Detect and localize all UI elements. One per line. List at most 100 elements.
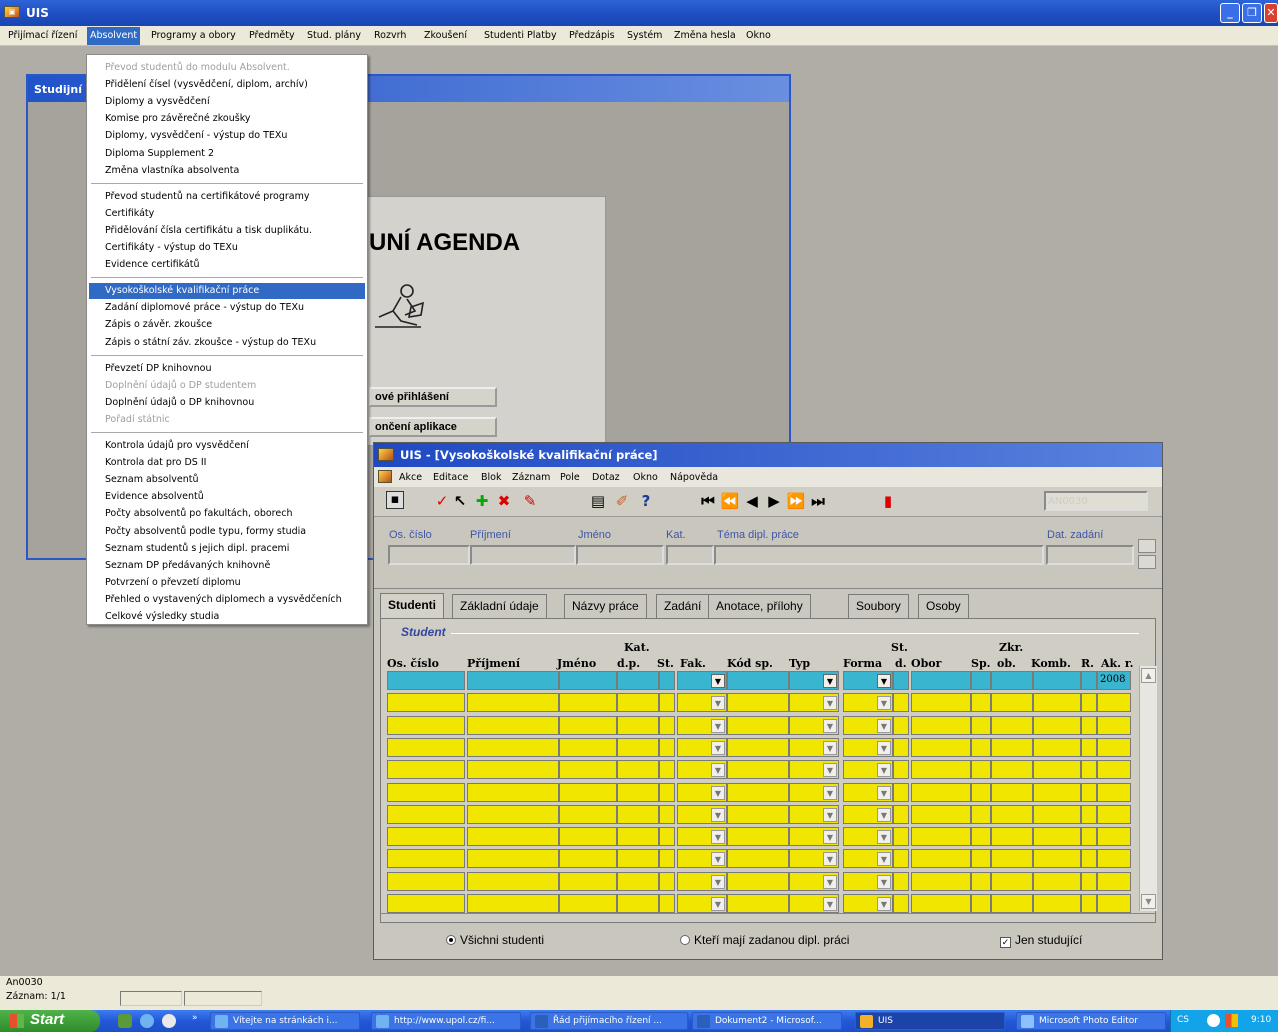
chevron-down-icon[interactable]: ▼ [823,874,837,889]
window-menu-4[interactable]: Pole [560,472,580,483]
taskbar-button-3[interactable]: Dokument2 - Microsof... [692,1012,842,1030]
chevron-down-icon[interactable]: ▼ [823,852,837,867]
table-cell[interactable] [659,782,675,802]
table-cell[interactable] [1081,715,1097,735]
table-cell[interactable] [1097,737,1131,757]
table-cell[interactable]: ▼ [843,894,893,913]
table-cell[interactable] [617,760,659,780]
chevron-down-icon[interactable]: ▼ [711,807,725,822]
table-cell[interactable] [1097,715,1131,735]
chevron-down-icon[interactable]: ▼ [877,718,891,733]
table-cell[interactable] [467,827,559,847]
table-cell[interactable]: ▼ [789,782,839,802]
chevron-down-icon[interactable]: ▼ [711,696,725,711]
tema-field[interactable] [714,545,1044,565]
table-cell[interactable] [1097,849,1131,869]
table-cell[interactable] [467,894,559,913]
menu-9[interactable]: Předzápis [569,30,615,41]
tab-0[interactable]: Studenti [380,593,444,619]
table-cell[interactable] [559,871,617,891]
table-cell[interactable] [659,871,675,891]
absolvent-menu-item[interactable]: Diplomy, vysvědčení - výstup do TEXu [89,128,365,144]
absolvent-menu-item[interactable]: Seznam DP předávaných knihovně [89,558,365,574]
next-block-icon[interactable]: ⏩ [786,491,806,511]
table-cell[interactable] [911,894,971,913]
chevron-down-icon[interactable]: ▼ [823,696,837,711]
clipboard-icon[interactable]: ▤ [588,491,608,511]
table-cell[interactable] [893,782,909,802]
ie-icon[interactable] [140,1014,154,1028]
absolvent-menu-item[interactable]: Změna vlastníka absolventa [89,163,365,179]
table-cell[interactable] [971,827,991,847]
table-cell[interactable]: ▼ [677,693,727,713]
table-cell[interactable] [893,804,909,824]
close-icon[interactable]: ✕ [1264,3,1278,23]
absolvent-menu-item[interactable]: Komise pro závěrečné zkoušky [89,111,365,127]
media-icon[interactable] [162,1014,176,1028]
table-cell[interactable] [971,760,991,780]
table-cell[interactable] [387,693,465,713]
menu-10[interactable]: Systém [627,30,662,41]
table-cell[interactable]: ▼ [789,849,839,869]
menu-5[interactable]: Rozvrh [374,30,406,41]
new-login-button[interactable]: ové přihlášení [369,387,497,407]
chevron-down-icon[interactable]: ▼ [823,897,837,911]
scroll-down-icon[interactable]: ▼ [1141,894,1156,909]
table-cell[interactable] [387,827,465,847]
table-cell[interactable] [1081,804,1097,824]
table-cell[interactable]: ▼ [677,871,727,891]
table-cell[interactable] [559,827,617,847]
table-cell[interactable] [911,693,971,713]
chevron-down-icon[interactable]: ▼ [823,763,837,778]
table-cell[interactable] [1081,671,1097,690]
absolvent-menu-item[interactable]: Převod studentů na certifikátové program… [89,189,365,205]
table-cell[interactable]: ▼ [789,871,839,891]
table-cell[interactable] [617,849,659,869]
table-cell[interactable] [971,715,991,735]
start-button[interactable]: Start [0,1010,100,1032]
table-cell[interactable] [659,737,675,757]
table-cell[interactable] [559,782,617,802]
table-cell[interactable] [911,715,971,735]
table-cell[interactable] [467,782,559,802]
table-cell[interactable] [467,804,559,824]
table-cell[interactable] [971,894,991,913]
table-cell[interactable]: ▼ [677,782,727,802]
absolvent-menu-item[interactable]: Certifikáty [89,206,365,222]
table-cell[interactable]: ▼ [789,693,839,713]
table-cell[interactable] [911,804,971,824]
chevron-down-icon[interactable]: ▼ [711,852,725,867]
table-cell[interactable]: ▼ [677,760,727,780]
chevron-down-icon[interactable]: ▼ [877,740,891,755]
help-icon[interactable]: ? [636,491,656,511]
table-cell[interactable] [1033,760,1081,780]
language-indicator[interactable]: CS [1177,1015,1189,1025]
chevron-down-icon[interactable]: ▼ [711,897,725,911]
table-cell[interactable] [1097,782,1131,802]
chevron-down-icon[interactable]: ▼ [877,696,891,711]
table-cell[interactable] [1097,760,1131,780]
menu-6[interactable]: Zkoušení [424,30,467,41]
absolvent-menu-item[interactable]: Kontrola údajů pro vysvědčení [89,438,365,454]
table-cell[interactable] [659,804,675,824]
table-cell[interactable] [1081,894,1097,913]
table-cell[interactable] [617,871,659,891]
table-cell[interactable] [617,782,659,802]
table-cell[interactable]: ▼ [789,804,839,824]
absolvent-menu-item[interactable]: Přidělení čísel (vysvědčení, diplom, arc… [89,77,365,93]
taskbar-button-5[interactable]: Microsoft Photo Editor [1016,1012,1166,1030]
absolvent-menu-item[interactable]: Přehled o vystavených diplomech a vysvěd… [89,592,365,608]
menu-11[interactable]: Změna hesla [674,30,736,41]
table-cell[interactable] [559,715,617,735]
table-cell[interactable]: ▼ [843,693,893,713]
only-studying-checkbox[interactable]: ✓ [1000,937,1011,948]
table-cell[interactable] [971,849,991,869]
table-cell[interactable] [1033,671,1081,690]
table-cell[interactable]: ▼ [677,894,727,913]
table-cell[interactable] [387,804,465,824]
table-cell[interactable] [617,804,659,824]
table-cell[interactable] [617,894,659,913]
table-cell[interactable] [387,737,465,757]
chevron-down-icon[interactable]: ▼ [823,830,837,845]
table-cell[interactable] [1097,871,1131,891]
